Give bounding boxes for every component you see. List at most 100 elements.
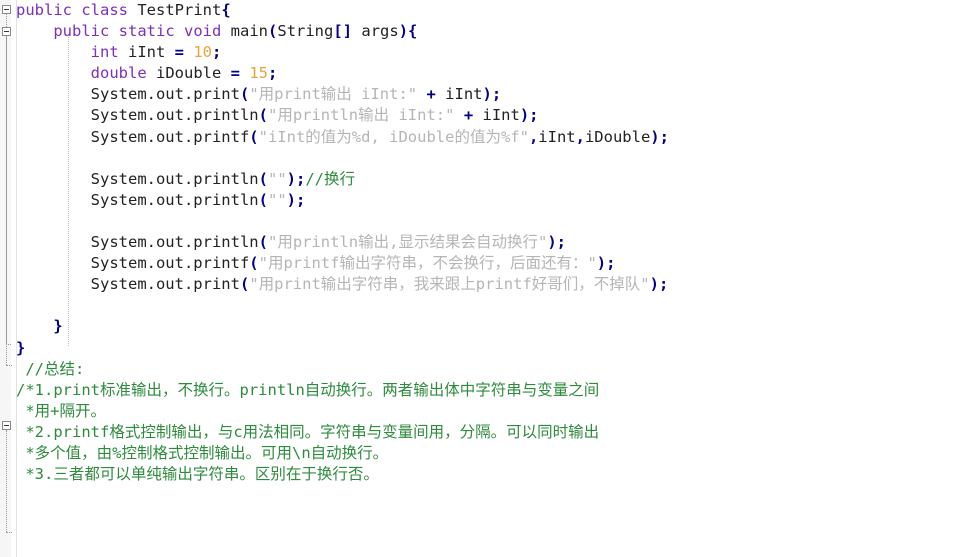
code-token-str: "用printf输出字符串，不会换行，后面还有：" xyxy=(258,254,597,273)
code-token-cmt: //换行 xyxy=(305,169,355,188)
code-token-punct: , xyxy=(575,127,585,146)
code-token-plain: iInt xyxy=(538,127,576,146)
code-token-plain: iInt xyxy=(118,43,175,62)
code-line[interactable]: int iInt = 10; xyxy=(16,42,955,63)
code-token-plain: args xyxy=(352,22,399,41)
code-token-plain: main xyxy=(221,22,269,41)
code-token-plain: System.out.println xyxy=(90,233,259,252)
code-token-kw: public xyxy=(16,1,72,19)
code-line[interactable]: System.out.println(""); xyxy=(16,190,955,211)
code-line[interactable]: System.out.printf("用printf输出字符串，不会换行，后面还… xyxy=(16,253,955,274)
code-line[interactable]: System.out.print("用print输出字符串，我来跟上printf… xyxy=(16,274,955,295)
code-token-plain: System.out.print xyxy=(90,275,240,294)
code-token-plain: System.out.printf xyxy=(90,127,250,146)
code-line[interactable]: //总结: xyxy=(16,359,955,380)
code-token-punct: ; xyxy=(212,43,222,62)
code-line[interactable]: System.out.print("用print输出 iInt:" + iInt… xyxy=(16,84,955,105)
code-line[interactable]: System.out.println("用println输出 iInt:" + … xyxy=(16,105,955,126)
code-token-num: 15 xyxy=(249,64,269,83)
code-token-kw: double xyxy=(90,64,147,83)
code-token-str: "用println输出,显示结果会自动换行" xyxy=(267,233,548,252)
code-token-plain: iDouble xyxy=(146,64,231,83)
code-token-op: = xyxy=(174,43,184,62)
code-token-punct: ); xyxy=(547,233,566,252)
code-line[interactable]: System.out.println("用println输出,显示结果会自动换行… xyxy=(16,232,955,253)
code-line[interactable]: *多个值，由%控制格式控制输出。可用\n自动换行。 xyxy=(16,443,955,464)
code-token-punct: ); xyxy=(519,106,539,125)
code-token-punct: ); xyxy=(286,190,306,209)
code-line[interactable] xyxy=(16,211,955,232)
code-token-kw: int xyxy=(90,43,119,62)
code-token-str: "iInt的值为%d, iDouble的值为%f" xyxy=(258,127,529,146)
code-token-punct: ( xyxy=(239,85,250,104)
code-token-plain: System.out.printf xyxy=(90,254,250,273)
code-token-cmt: *2.printf格式控制输出，与c用法相同。字符串与变量间用，分隔。可以同时输… xyxy=(16,422,600,441)
code-token-cmt: /*1.print标准输出，不换行。println自动换行。两者输出体中字符串与… xyxy=(16,380,600,399)
code-token-kw: static xyxy=(118,22,175,41)
code-token-num: 10 xyxy=(193,43,213,62)
fold-marker-main-method[interactable] xyxy=(2,27,11,36)
code-token-plain: System.out.print xyxy=(90,85,240,104)
code-line[interactable] xyxy=(16,295,955,316)
code-token-str: "" xyxy=(267,190,287,209)
fold-marker-class[interactable] xyxy=(2,5,11,14)
code-token-punct: ); xyxy=(596,254,616,273)
code-token-kw: public xyxy=(53,22,110,41)
code-token-punct: , xyxy=(528,127,539,146)
code-line[interactable]: System.out.println("");//换行 xyxy=(16,169,955,190)
code-token-punct: ( xyxy=(258,106,268,125)
code-line[interactable]: double iDouble = 15; xyxy=(16,63,955,84)
code-editor[interactable]: public class TestPrint{ public static vo… xyxy=(0,0,955,557)
code-token-punct: ( xyxy=(258,190,268,209)
code-token-plain: iInt xyxy=(473,106,520,125)
code-token-punct: ); xyxy=(649,275,669,294)
code-token-punct: ){ xyxy=(398,22,418,41)
fold-guide-method-end xyxy=(6,344,11,345)
code-token-punct: [] xyxy=(333,22,353,41)
code-line[interactable]: *用+隔开。 xyxy=(16,401,955,422)
code-line[interactable]: *3.三者都可以单纯输出字符串。区别在于换行否。 xyxy=(16,464,955,485)
code-line[interactable]: System.out.printf("iInt的值为%d, iDouble的值为… xyxy=(16,127,955,148)
code-token-plain: iDouble xyxy=(584,127,651,146)
code-token-punct: ( xyxy=(268,22,278,41)
code-token-cmt: //总结: xyxy=(16,359,85,378)
code-token-punct: } xyxy=(16,338,26,357)
code-token-kw: void xyxy=(184,22,222,41)
code-line[interactable]: } xyxy=(16,338,955,359)
code-line[interactable]: /*1.print标准输出，不换行。println自动换行。两者输出体中字符串与… xyxy=(16,380,955,401)
code-token-plain: String xyxy=(277,22,334,41)
code-line[interactable]: public static void main(String[] args){ xyxy=(16,21,955,42)
code-token-punct: ( xyxy=(258,233,268,252)
fold-guide-comment-end xyxy=(6,532,12,533)
code-token-punct: ; xyxy=(268,64,278,83)
code-token-punct: ); xyxy=(286,169,306,188)
code-line[interactable]: } xyxy=(16,316,955,337)
code-token-str: "用print输出 iInt:" xyxy=(249,85,418,104)
code-token-plain: System.out.println xyxy=(90,169,259,188)
code-token-plain: System.out.println xyxy=(90,190,259,209)
code-token-cmt: *3.三者都可以单纯输出字符串。区别在于换行否。 xyxy=(16,465,379,484)
code-line[interactable]: public class TestPrint{ xyxy=(16,0,955,21)
code-area[interactable]: public class TestPrint{ public static vo… xyxy=(16,0,955,557)
code-token-punct: ); xyxy=(482,85,502,104)
code-line[interactable]: *2.printf格式控制输出，与c用法相同。字符串与变量间用，分隔。可以同时输… xyxy=(16,422,955,443)
code-token-plain: System.out.println xyxy=(90,106,259,125)
code-token-str: "" xyxy=(267,169,287,188)
code-line[interactable] xyxy=(16,148,955,169)
fold-marker-block-comment[interactable] xyxy=(2,421,11,430)
